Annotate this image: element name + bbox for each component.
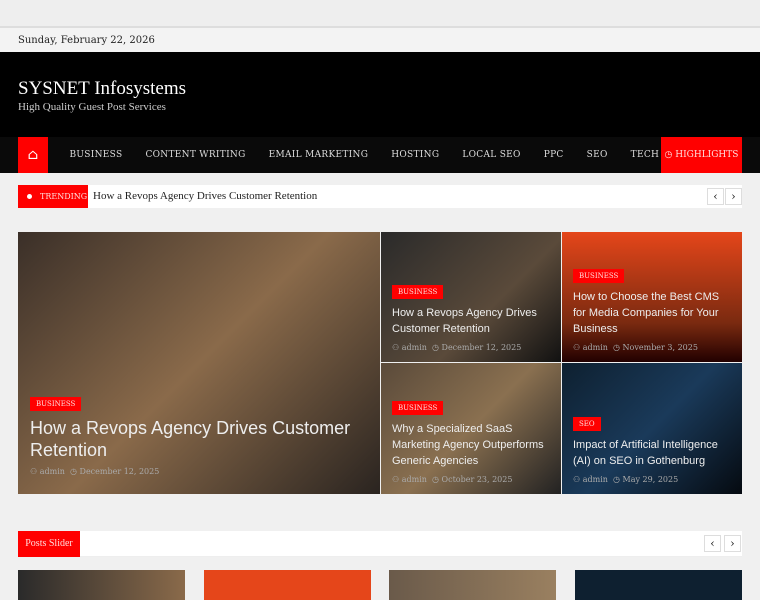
nav-ppc[interactable]: PPC	[544, 150, 564, 160]
slider-thumbnail[interactable]	[575, 570, 742, 600]
site-title[interactable]: SYSNET Infosystems	[18, 78, 186, 100]
post-title[interactable]: How to Choose the Best CMS for Media Com…	[573, 289, 731, 337]
clock-icon: ◷	[432, 475, 442, 484]
trending-bar: TRENDING How a Revops Agency Drives Cust…	[18, 185, 742, 208]
author[interactable]: admin	[402, 475, 427, 484]
clock-icon: ◷	[70, 467, 80, 476]
nav-seo[interactable]: SEO	[587, 150, 608, 160]
nav-business[interactable]: BUSINESS	[70, 150, 123, 160]
nav-content-writing[interactable]: CONTENT WRITING	[145, 150, 245, 160]
post-date: November 3, 2025	[622, 343, 698, 352]
nav-tech[interactable]: TECH	[631, 150, 660, 160]
user-icon: ⚇	[573, 475, 583, 484]
featured-card[interactable]: BUSINESS Why a Specialized SaaS Marketin…	[381, 363, 561, 494]
post-title[interactable]: Impact of Artificial Intelligence (AI) o…	[573, 437, 731, 469]
category-badge[interactable]: BUSINESS	[392, 285, 444, 299]
slider-thumbnail[interactable]	[204, 570, 371, 600]
post-date: December 12, 2025	[79, 467, 160, 476]
user-icon: ⚇	[30, 467, 40, 476]
posts-slider-header: Posts Slider ‹ ›	[18, 531, 742, 557]
date: Sunday, February 22, 2026	[0, 28, 760, 52]
category-badge[interactable]: BUSINESS	[392, 401, 444, 415]
author[interactable]: admin	[40, 467, 65, 476]
category-badge[interactable]: BUSINESS	[30, 397, 82, 411]
home-icon[interactable]: ⌂	[18, 137, 48, 173]
featured-card[interactable]: BUSINESS How to Choose the Best CMS for …	[562, 232, 742, 362]
category-badge[interactable]: SEO	[573, 417, 601, 431]
category-badge[interactable]: BUSINESS	[573, 269, 625, 283]
clock-icon: ◷	[664, 150, 676, 160]
trending-prev-button[interactable]: ‹	[707, 188, 724, 205]
user-icon: ⚇	[392, 475, 402, 484]
main-nav: ⌂ BUSINESS CONTENT WRITING EMAIL MARKETI…	[0, 137, 760, 173]
nav-hosting[interactable]: HOSTING	[391, 150, 439, 160]
post-date: October 23, 2025	[441, 475, 513, 484]
author[interactable]: admin	[583, 343, 608, 352]
clock-icon: ◷	[613, 475, 623, 484]
post-date: May 29, 2025	[622, 475, 679, 484]
trending-label: TRENDING	[18, 185, 88, 208]
section-title: Posts Slider	[18, 531, 80, 557]
featured-card[interactable]: BUSINESS How a Revops Agency Drives Cust…	[381, 232, 561, 362]
slider-prev-button[interactable]: ‹	[704, 535, 721, 552]
slider-thumbnail[interactable]	[18, 570, 185, 600]
clock-icon: ◷	[613, 343, 623, 352]
author[interactable]: admin	[583, 475, 608, 484]
site-tagline: High Quality Guest Post Services	[18, 101, 166, 113]
author[interactable]: admin	[402, 343, 427, 352]
browser-top	[0, 0, 760, 28]
user-icon: ⚇	[392, 343, 402, 352]
featured-card[interactable]: SEO Impact of Artificial Intelligence (A…	[562, 363, 742, 494]
trending-link[interactable]: How a Revops Agency Drives Customer Rete…	[93, 190, 317, 202]
post-date: December 12, 2025	[441, 343, 522, 352]
user-icon: ⚇	[573, 343, 583, 352]
nav-email-marketing[interactable]: EMAIL MARKETING	[269, 150, 369, 160]
highlights-button[interactable]: ◷ HIGHLIGHTS	[661, 137, 742, 173]
featured-main[interactable]: BUSINESS How a Revops Agency Drives Cust…	[18, 232, 380, 494]
header: SYSNET Infosystems High Quality Guest Po…	[0, 52, 760, 137]
trending-next-button[interactable]: ›	[725, 188, 742, 205]
post-title[interactable]: How a Revops Agency Drives Customer Rete…	[392, 305, 550, 337]
slider-next-button[interactable]: ›	[724, 535, 741, 552]
clock-icon: ◷	[432, 343, 442, 352]
slider-thumbnail[interactable]	[389, 570, 556, 600]
post-title[interactable]: Why a Specialized SaaS Marketing Agency …	[392, 421, 550, 469]
post-title[interactable]: How a Revops Agency Drives Customer Rete…	[30, 417, 369, 461]
nav-local-seo[interactable]: LOCAL SEO	[462, 150, 520, 160]
highlights-label: HIGHLIGHTS	[675, 150, 739, 160]
